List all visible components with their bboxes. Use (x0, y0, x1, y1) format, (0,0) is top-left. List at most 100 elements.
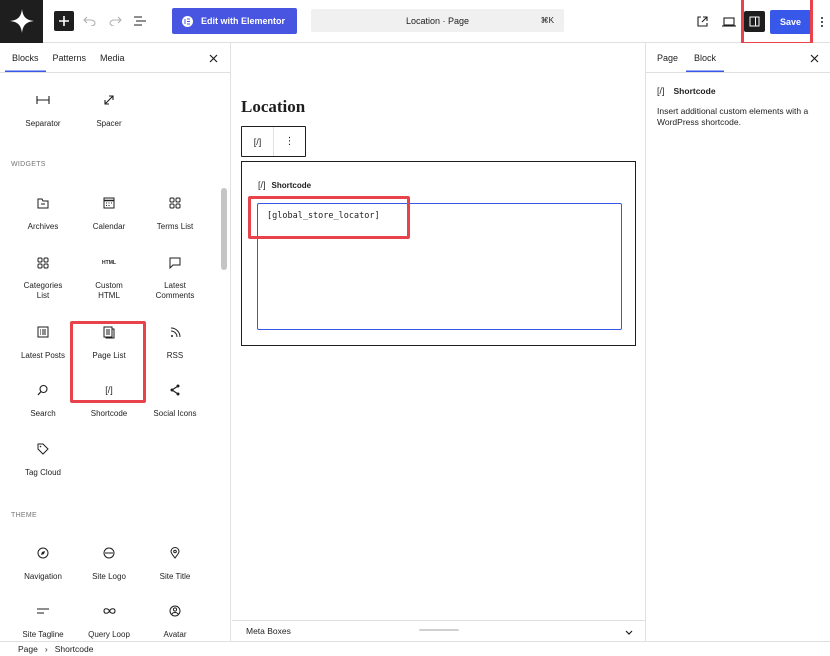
block-latest-comments[interactable]: Latest Comments (142, 253, 208, 301)
block-shortcode[interactable]: [/] Shortcode (76, 380, 142, 428)
plus-icon (59, 16, 69, 26)
tag-icon (33, 439, 53, 459)
tab-block[interactable]: Block (686, 43, 724, 72)
block-card: [/] Shortcode (657, 86, 716, 96)
block-terms-list[interactable]: Terms List (142, 193, 208, 241)
elementor-label: Edit with Elementor (201, 16, 286, 26)
document-overview-button[interactable] (129, 9, 151, 33)
shortcode-icon: [/] (253, 136, 262, 147)
block-site-title[interactable]: Site Title (142, 543, 208, 591)
shortcode-block[interactable]: [/] Shortcode [global_store_locator] (241, 161, 636, 346)
settings-sidebar: Page Block [/] Shortcode Insert addition… (645, 43, 830, 641)
block-navigation[interactable]: Navigation (10, 543, 76, 591)
breadcrumb-separator: › (44, 644, 48, 654)
tab-page[interactable]: Page (649, 43, 686, 72)
query-loop-icon (99, 601, 119, 621)
block-categories-list[interactable]: Categories List (10, 253, 76, 301)
close-settings-button[interactable] (807, 51, 821, 65)
resize-handle[interactable] (419, 629, 459, 631)
chevron-down-icon[interactable] (623, 626, 635, 638)
page-list-icon (99, 322, 119, 342)
block-rss[interactable]: RSS (142, 322, 208, 370)
header-settings: Save (692, 0, 830, 43)
categories-icon (33, 253, 53, 272)
theme-row-2: Site Tagline Query Loop Avatar (10, 601, 208, 641)
block-social-icons[interactable]: Social Icons (142, 380, 208, 428)
block-label: Query Loop (88, 630, 130, 639)
site-title-icon (165, 543, 185, 563)
block-calendar[interactable]: Calendar (76, 193, 142, 241)
edit-with-elementor-button[interactable]: Edit with Elementor (172, 8, 298, 34)
block-label: Custom HTML (95, 281, 123, 300)
widgets-row-4: Search [/] Shortcode Social Icons (10, 380, 208, 428)
block-inserter-toggle[interactable] (54, 11, 74, 31)
tab-blocks[interactable]: Blocks (5, 43, 46, 72)
block-label: Tag Cloud (24, 468, 62, 477)
block-label: Navigation (24, 572, 62, 581)
block-label: Latest Posts (20, 351, 66, 360)
shortcode-block-title: Shortcode (271, 180, 312, 190)
block-options-button[interactable]: ⋮ (274, 127, 305, 156)
shortcode-block-header: [/] Shortcode (258, 180, 311, 190)
tab-patterns[interactable]: Patterns (46, 43, 94, 72)
block-label: Site Logo (92, 572, 126, 581)
block-search[interactable]: Search (10, 380, 76, 428)
block-custom-html[interactable]: HTML Custom HTML (76, 253, 142, 301)
post-title[interactable]: Location (241, 97, 305, 117)
shortcode-textarea[interactable]: [global_store_locator] (257, 203, 622, 330)
command-palette-bar[interactable]: Location · Page ⌘K (311, 9, 564, 32)
desktop-icon (721, 16, 736, 27)
block-archives[interactable]: Archives (10, 193, 76, 241)
block-avatar[interactable]: Avatar (142, 601, 208, 641)
block-toolbar: [/] ⋮ (241, 126, 306, 157)
settings-sidebar-toggle[interactable] (743, 11, 765, 32)
site-icon-button[interactable] (0, 0, 43, 43)
save-button[interactable]: Save (769, 9, 811, 34)
shortcode-icon: [/] (657, 86, 665, 96)
redo-button[interactable] (104, 9, 126, 33)
block-label: Separator (25, 119, 61, 128)
block-spacer[interactable]: Spacer (76, 90, 142, 138)
breadcrumb-item-page[interactable]: Page (18, 644, 38, 654)
shortcode-icon: [/] (99, 380, 119, 400)
device-preview-button[interactable] (718, 10, 740, 34)
meta-boxes-bar[interactable]: Meta Boxes (232, 620, 645, 641)
spacer-icon (99, 90, 119, 110)
latest-posts-icon (33, 322, 53, 342)
site-logo-icon (99, 543, 119, 563)
block-label: Avatar (163, 630, 187, 639)
breadcrumb-item-shortcode: Shortcode (54, 644, 94, 654)
block-page-list[interactable]: Page List (76, 322, 142, 370)
shortcode-icon: [/] (258, 180, 266, 190)
options-button[interactable] (816, 10, 828, 34)
block-type-button[interactable]: [/] (242, 127, 274, 156)
breadcrumb: Page › Shortcode (0, 641, 830, 656)
external-link-icon (697, 16, 709, 27)
block-card-description: Insert additional custom elements with a… (657, 106, 809, 127)
command-shortcut: ⌘K (540, 16, 554, 25)
block-inserter-panel: Blocks Patterns Media Separator Spacer W… (0, 43, 231, 641)
block-site-logo[interactable]: Site Logo (76, 543, 142, 591)
block-query-loop[interactable]: Query Loop (76, 601, 142, 641)
terms-list-icon (165, 193, 185, 213)
block-label: Spacer (96, 119, 122, 128)
block-label: Latest Comments (155, 281, 195, 300)
tab-media[interactable]: Media (93, 43, 132, 72)
block-label: Shortcode (90, 409, 128, 418)
widgets-row-5: Tag Cloud (10, 439, 208, 487)
close-inserter-button[interactable] (206, 51, 220, 65)
block-separator[interactable]: Separator (10, 90, 76, 138)
undo-icon (82, 16, 96, 26)
block-label: Terms List (156, 222, 194, 231)
block-tag-cloud[interactable]: Tag Cloud (10, 439, 76, 487)
inserter-tabs: Blocks Patterns Media (0, 43, 230, 73)
navigation-icon (33, 543, 53, 563)
archives-icon (33, 193, 53, 213)
block-site-tagline[interactable]: Site Tagline (10, 601, 76, 641)
document-title: Location · Page (405, 15, 470, 26)
undo-button[interactable] (78, 9, 100, 33)
block-latest-posts[interactable]: Latest Posts (10, 322, 76, 370)
inserter-scrollbar[interactable] (221, 188, 227, 270)
view-post-button[interactable] (692, 10, 714, 34)
block-label: Site Title (159, 572, 191, 581)
